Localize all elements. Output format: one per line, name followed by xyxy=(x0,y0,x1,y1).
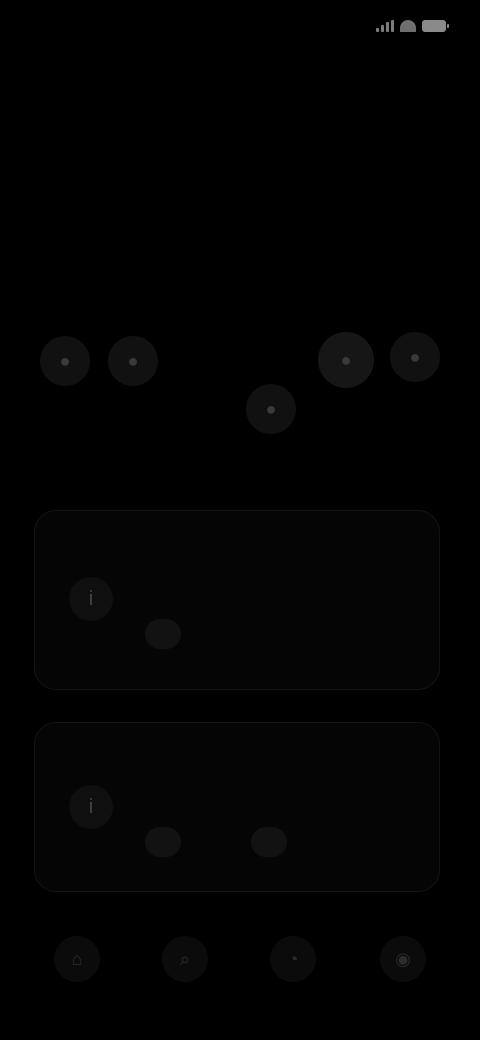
info-icon: i xyxy=(69,785,113,829)
bottom-nav: ⌂ ⌕ ◔ ◉ xyxy=(0,920,480,1000)
circle-icon: ● xyxy=(390,332,440,382)
search-icon[interactable]: ⌕ xyxy=(162,936,208,982)
card-1[interactable]: i xyxy=(34,510,440,690)
card-2-action-button-2[interactable] xyxy=(251,827,287,857)
quick-action-2[interactable]: ● xyxy=(108,336,158,400)
battery-icon xyxy=(422,20,449,32)
circle-icon: ● xyxy=(108,336,158,386)
info-icon: i xyxy=(69,577,113,621)
card-2[interactable]: i xyxy=(34,722,440,892)
circle-icon: ● xyxy=(318,332,374,388)
status-bar xyxy=(0,12,480,46)
card-1-action-button[interactable] xyxy=(145,619,181,649)
quick-action-3[interactable]: ● xyxy=(246,384,296,448)
wifi-icon xyxy=(400,20,416,32)
card-2-action-button-1[interactable] xyxy=(145,827,181,857)
home-icon[interactable]: ⌂ xyxy=(54,936,100,982)
status-icons xyxy=(376,20,449,32)
quick-action-4[interactable]: ● xyxy=(318,332,374,402)
quick-action-5[interactable]: ● xyxy=(390,332,440,396)
quick-action-1[interactable]: ● xyxy=(40,336,90,400)
notifications-icon[interactable]: ◔ xyxy=(270,936,316,982)
profile-icon[interactable]: ◉ xyxy=(380,936,426,982)
circle-icon: ● xyxy=(246,384,296,434)
quick-actions: ● ● ● ● ● xyxy=(36,324,446,454)
signal-icon xyxy=(376,20,394,32)
circle-icon: ● xyxy=(40,336,90,386)
